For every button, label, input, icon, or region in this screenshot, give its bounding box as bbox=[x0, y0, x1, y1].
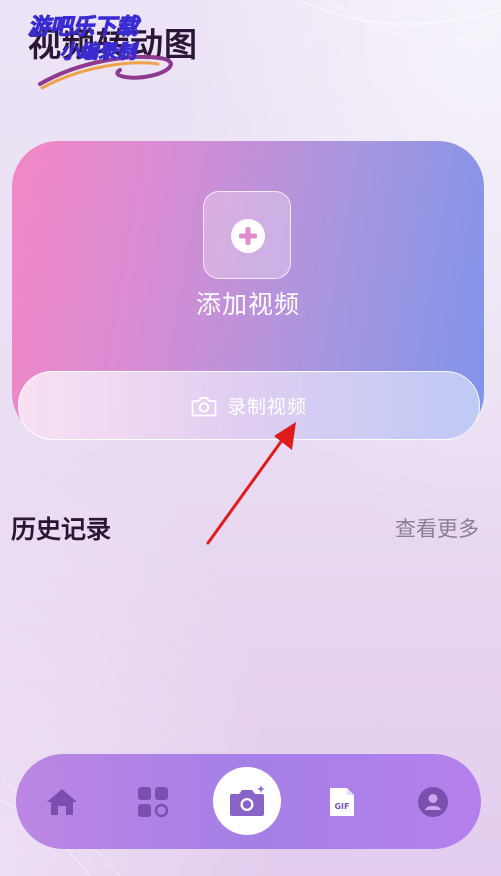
nav-item-camera[interactable] bbox=[213, 767, 281, 835]
add-video-button[interactable] bbox=[203, 191, 291, 279]
profile-icon bbox=[418, 786, 448, 817]
camera-icon bbox=[230, 785, 265, 816]
gif-file-icon: GIF bbox=[330, 787, 354, 816]
camera-icon bbox=[191, 396, 217, 416]
record-video-label: 录制视频 bbox=[226, 396, 307, 418]
watermark-line-2: 小编录制 bbox=[60, 41, 140, 63]
nav-item-home[interactable] bbox=[32, 754, 92, 849]
annotation-arrow bbox=[206, 422, 296, 545]
history-title: 历史记录 bbox=[11, 515, 112, 544]
nav-item-apps[interactable] bbox=[123, 754, 183, 849]
nav-item-gif[interactable]: GIF bbox=[312, 754, 372, 849]
watermark-line-1: 游吧乐下载 bbox=[28, 15, 141, 40]
plus-circle-icon bbox=[231, 219, 265, 253]
home-icon bbox=[47, 788, 77, 815]
add-video-label: 添加视频 bbox=[195, 290, 300, 319]
watermark-logo: 游吧乐下载 小编录制 bbox=[28, 15, 173, 90]
bottom-navigation-bar: GIF bbox=[16, 754, 481, 849]
gif-badge-text: GIF bbox=[334, 802, 349, 811]
view-more-link[interactable]: 查看更多 bbox=[395, 513, 479, 543]
nav-item-profile[interactable] bbox=[403, 754, 463, 849]
apps-icon bbox=[138, 786, 169, 817]
header: 视频转动图 游吧乐下载 小编录制 bbox=[28, 14, 258, 96]
